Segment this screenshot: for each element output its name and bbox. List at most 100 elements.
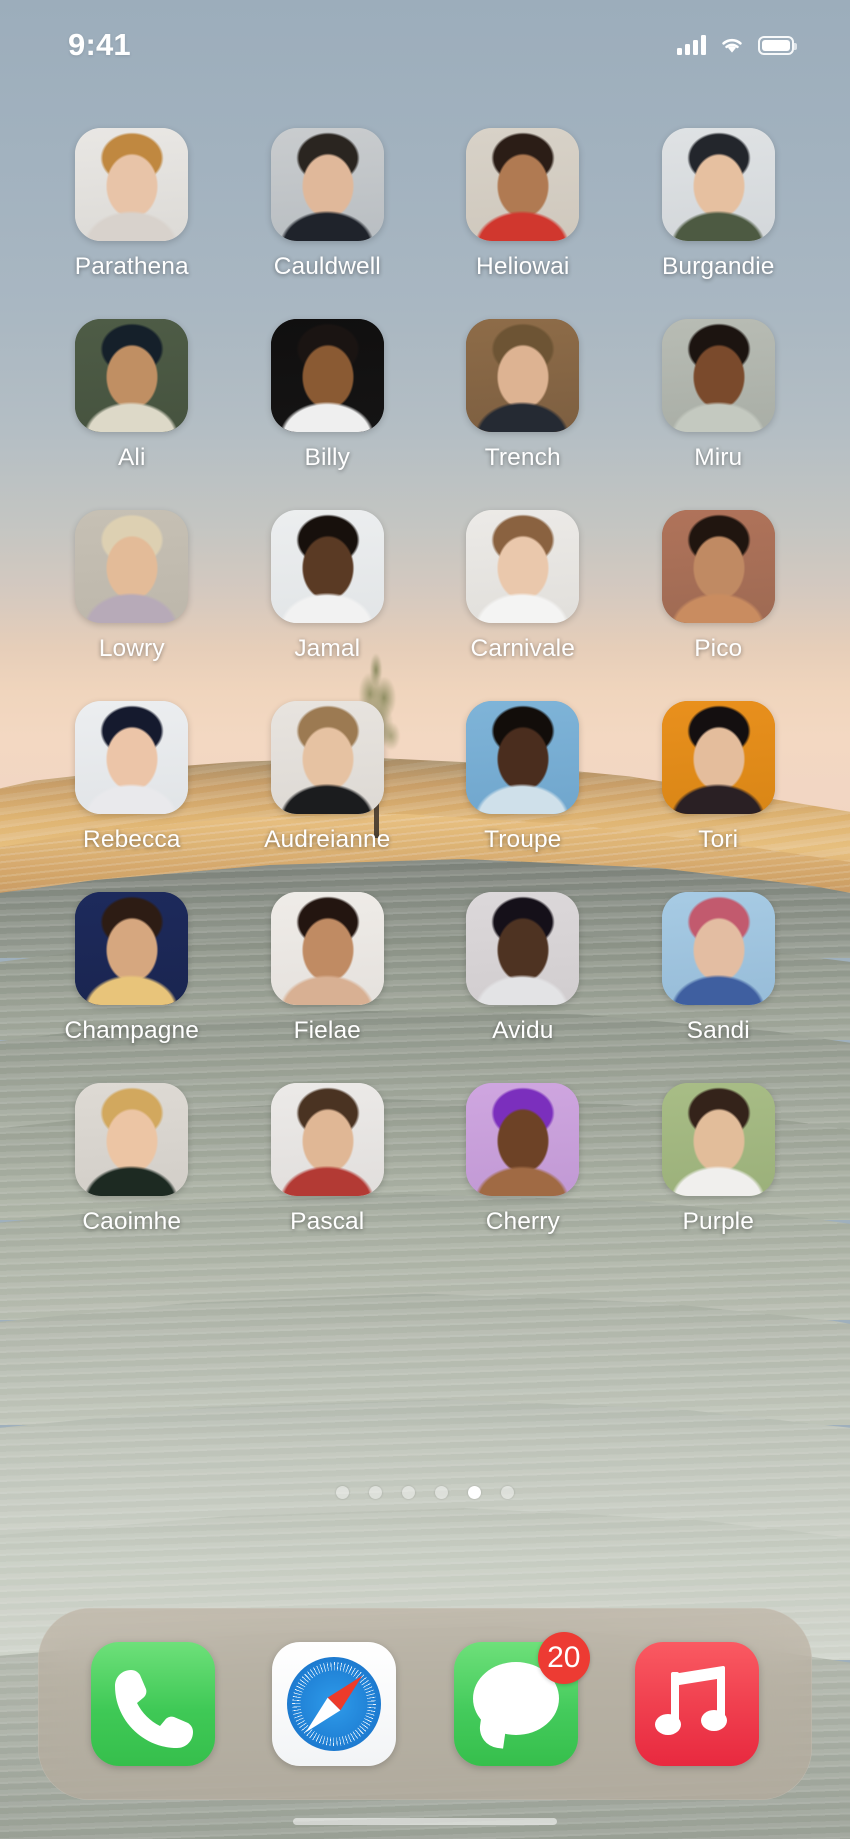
- contact-photo: [466, 701, 580, 814]
- messages-badge: 20: [537, 1632, 590, 1684]
- page-dot-5[interactable]: [468, 1486, 481, 1499]
- app-icon-carnivale[interactable]: Carnivale: [425, 510, 621, 663]
- contact-photo: [75, 128, 189, 241]
- page-dot-1[interactable]: [336, 1486, 349, 1499]
- contact-photo-icon[interactable]: [75, 510, 189, 623]
- page-indicator[interactable]: [0, 1486, 850, 1499]
- contact-photo-icon[interactable]: [466, 892, 580, 1005]
- safari-icon[interactable]: [272, 1642, 397, 1766]
- app-label: Trench: [484, 444, 561, 471]
- home-indicator: [293, 1818, 557, 1825]
- contact-photo-icon[interactable]: [466, 128, 580, 241]
- app-label: Carnivale: [470, 635, 575, 662]
- contact-photo: [75, 319, 189, 432]
- dock-app-safari[interactable]: [272, 1642, 397, 1766]
- app-icon-ali[interactable]: Ali: [34, 319, 230, 472]
- status-bar-time: 9:41: [68, 27, 131, 62]
- app-label: Cherry: [485, 1208, 560, 1235]
- contact-photo: [75, 701, 189, 814]
- app-icon-pascal[interactable]: Pascal: [230, 1083, 426, 1236]
- app-icon-parathena[interactable]: Parathena: [34, 128, 230, 281]
- app-label: Jamal: [294, 635, 361, 662]
- app-icon-avidu[interactable]: Avidu: [425, 892, 621, 1045]
- app-icon-rebecca[interactable]: Rebecca: [34, 701, 230, 854]
- page-dot-2[interactable]: [369, 1486, 382, 1499]
- phone-icon[interactable]: [90, 1642, 215, 1766]
- app-icon-champagne[interactable]: Champagne: [34, 892, 230, 1045]
- contact-photo: [270, 319, 384, 432]
- app-icon-jamal[interactable]: Jamal: [230, 510, 426, 663]
- app-icon-trench[interactable]: Trench: [425, 319, 621, 472]
- app-label: Caoimhe: [82, 1208, 182, 1235]
- contact-photo-icon[interactable]: [270, 510, 384, 623]
- app-label: Billy: [304, 444, 350, 471]
- app-label: Rebecca: [83, 826, 181, 853]
- status-bar-indicators: [677, 35, 797, 55]
- page-dot-6[interactable]: [501, 1486, 514, 1499]
- app-label: Lowry: [98, 635, 165, 662]
- contact-photo: [661, 892, 775, 1005]
- dock: 20: [38, 1608, 812, 1800]
- app-icon-sandi[interactable]: Sandi: [621, 892, 817, 1045]
- contact-photo-icon[interactable]: [75, 892, 189, 1005]
- contact-photo-icon[interactable]: [270, 128, 384, 241]
- contact-photo: [75, 1083, 189, 1196]
- contact-photo: [270, 701, 384, 814]
- app-grid: Parathena Cauldwell Heliowai Burgandie Ali Bi…: [0, 128, 850, 1236]
- page-dot-4[interactable]: [435, 1486, 448, 1499]
- app-icon-billy[interactable]: Billy: [230, 319, 426, 472]
- app-label: Burgandie: [661, 253, 775, 280]
- app-icon-fielae[interactable]: Fielae: [230, 892, 426, 1045]
- contact-photo: [270, 128, 384, 241]
- contact-photo: [270, 892, 384, 1005]
- contact-photo-icon[interactable]: [75, 701, 189, 814]
- contact-photo-icon[interactable]: [466, 1083, 580, 1196]
- dock-app-phone[interactable]: [90, 1642, 215, 1766]
- contact-photo-icon[interactable]: [75, 1083, 189, 1196]
- contact-photo-icon[interactable]: [661, 701, 775, 814]
- status-bar: 9:41: [0, 0, 850, 90]
- contact-photo-icon[interactable]: [466, 510, 580, 623]
- contact-photo-icon[interactable]: [75, 319, 189, 432]
- app-icon-troupe[interactable]: Troupe: [425, 701, 621, 854]
- app-icon-lowry[interactable]: Lowry: [34, 510, 230, 663]
- music-icon[interactable]: [635, 1642, 760, 1766]
- app-label: Pico: [694, 635, 743, 662]
- app-icon-heliowai[interactable]: Heliowai: [425, 128, 621, 281]
- app-label: Fielae: [293, 1017, 361, 1044]
- app-icon-burgandie[interactable]: Burgandie: [621, 128, 817, 281]
- app-icon-purple[interactable]: Purple: [621, 1083, 817, 1236]
- contact-photo-icon[interactable]: [466, 701, 580, 814]
- page-dot-3[interactable]: [402, 1486, 415, 1499]
- app-label: Miru: [694, 444, 743, 471]
- app-icon-caoimhe[interactable]: Caoimhe: [34, 1083, 230, 1236]
- contact-photo-icon[interactable]: [270, 1083, 384, 1196]
- app-icon-pico[interactable]: Pico: [621, 510, 817, 663]
- contact-photo: [75, 510, 189, 623]
- app-icon-cauldwell[interactable]: Cauldwell: [230, 128, 426, 281]
- contact-photo-icon[interactable]: [466, 319, 580, 432]
- contact-photo-icon[interactable]: [270, 892, 384, 1005]
- contact-photo: [661, 510, 775, 623]
- app-label: Sandi: [686, 1017, 750, 1044]
- contact-photo-icon[interactable]: [75, 128, 189, 241]
- app-icon-cherry[interactable]: Cherry: [425, 1083, 621, 1236]
- contact-photo-icon[interactable]: [661, 128, 775, 241]
- app-icon-miru[interactable]: Miru: [621, 319, 817, 472]
- dock-app-music[interactable]: [635, 1642, 760, 1766]
- contact-photo: [75, 892, 189, 1005]
- contact-photo: [270, 1083, 384, 1196]
- contact-photo-icon[interactable]: [661, 1083, 775, 1196]
- app-label: Audreianne: [264, 826, 391, 853]
- app-label: Heliowai: [476, 253, 570, 280]
- app-icon-tori[interactable]: Tori: [621, 701, 817, 854]
- contact-photo-icon[interactable]: [661, 510, 775, 623]
- contact-photo-icon[interactable]: [270, 319, 384, 432]
- contact-photo-icon[interactable]: [270, 701, 384, 814]
- app-icon-audreianne[interactable]: Audreianne: [230, 701, 426, 854]
- contact-photo-icon[interactable]: [661, 319, 775, 432]
- wifi-icon: [722, 38, 742, 53]
- app-label: Pascal: [290, 1208, 365, 1235]
- dock-app-messages[interactable]: 20: [453, 1632, 590, 1766]
- contact-photo-icon[interactable]: [661, 892, 775, 1005]
